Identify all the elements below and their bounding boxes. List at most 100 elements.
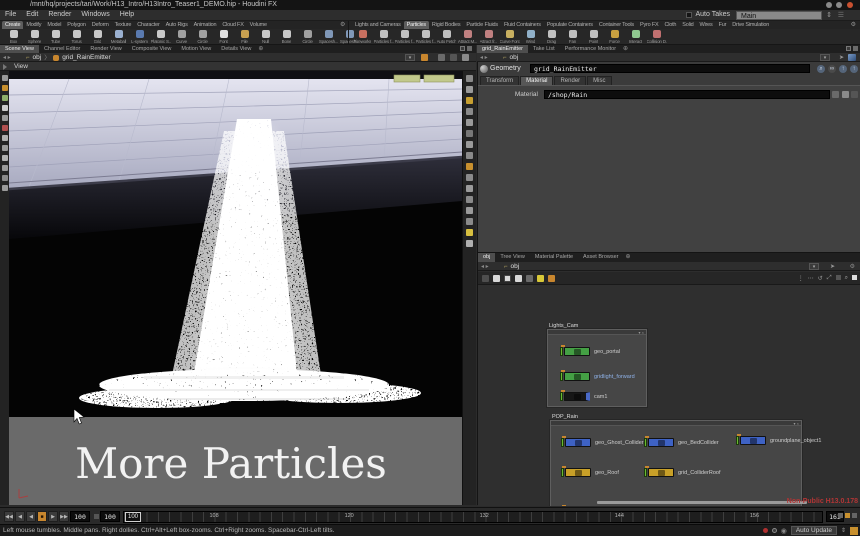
tab-volume[interactable]: Volume [247,21,270,29]
tab-rigid-bodies[interactable]: Rigid Bodies [429,21,463,29]
current-frame-marker[interactable]: 100 [125,512,141,522]
tab-lights-and-cameras[interactable]: Lights and Cameras [352,21,404,29]
auto-update-selector[interactable]: Auto Update [791,526,837,535]
vp-right-tool-icon-14[interactable] [466,218,473,225]
search-icon[interactable]: ⌕ [817,65,825,73]
tab-character[interactable]: Character [134,21,162,29]
memory-icon[interactable]: ◉ [781,527,787,535]
link-icon[interactable]: ∞ [828,65,836,73]
shelf-gear-icon[interactable]: ⚙ [338,21,347,29]
tool-attract-m[interactable]: Attract M... [457,30,478,44]
jump-to-start-button[interactable]: ◀◀ [4,511,14,522]
param-tab-misc[interactable]: Misc [587,76,611,85]
pane-tab-asset-browser[interactable]: Asset Browser [578,253,623,262]
view-menu-label[interactable]: View [14,63,28,70]
tool-fan[interactable]: Fan [562,30,583,44]
node-geo-roof[interactable]: geo_Roof [561,468,619,477]
root-folder-icon[interactable]: ⌐ [504,264,508,270]
auto-takes-toggle[interactable]: Auto Takes [686,11,730,18]
error-indicator-icon[interactable] [763,528,768,533]
play-reverse-button[interactable]: ◀ [26,511,36,522]
tool-box[interactable]: Box [3,30,24,44]
pin-up-icon[interactable]: ↑ [839,65,847,73]
realtime-toggle-icon[interactable] [845,513,850,518]
network-box-pop-rain[interactable]: POP_Rain▾ ×geo_Ghost_Collidergeo_BedColl… [550,420,802,506]
tab-pyro-fx[interactable]: Pyro FX [637,21,661,29]
tool-point[interactable]: Point [583,30,604,44]
material-path-field[interactable]: /shop/Rain [544,90,830,99]
gradient-icon[interactable] [848,54,856,61]
tool-font[interactable]: Font [213,30,234,44]
vp-right-tool-icon-1[interactable] [466,75,473,82]
vp-right-tool-icon-13[interactable] [466,207,473,214]
viewport-camera-buttons[interactable] [394,75,454,82]
tab-particle-fluids[interactable]: Particle Fluids [463,21,501,29]
node-display-flag[interactable] [560,347,563,356]
flag-display-icon[interactable] [537,275,544,282]
node-display-flag[interactable] [560,372,563,381]
vp-right-tool-icon-6[interactable] [466,130,473,137]
maximize-icon[interactable] [836,2,842,8]
menu-edit[interactable]: Edit [21,10,43,20]
root-folder-icon[interactable]: ⌐ [503,55,507,61]
layout-icon[interactable] [462,54,469,61]
minimize-icon[interactable] [826,2,832,8]
tool-platonic-s[interactable]: Platonic S... [150,30,171,44]
tab-wires[interactable]: Wires [697,21,716,29]
vp-left-tool-icon-6[interactable] [2,125,8,131]
vp-right-tool-icon-11[interactable] [466,185,473,192]
tool-null[interactable]: Null [255,30,276,44]
tab-deform[interactable]: Deform [89,21,112,29]
grid-snap-icon[interactable] [504,275,511,282]
pane-tab-scene-view[interactable]: Scene View [0,45,39,53]
path-segment-obj[interactable]: obj [33,53,42,62]
pane-maximize-icon[interactable] [853,46,858,51]
timeline[interactable]: 100 108120132144156 [123,511,823,523]
tab-create[interactable]: Create [2,21,23,29]
tool-particles-f[interactable]: Particles f... [394,30,415,44]
gear-icon[interactable]: ⚙ [850,263,855,270]
menu-windows[interactable]: Windows [76,10,114,20]
path-dropdown-icon[interactable]: ▾ [820,54,830,61]
tab-animation[interactable]: Animation [191,21,220,29]
tool-particles-f[interactable]: Particles f... [415,30,436,44]
tab-fur[interactable]: Fur [716,21,730,29]
expand-icon[interactable] [852,275,857,280]
pin-icon[interactable] [421,54,428,61]
vp-right-tool-icon-5[interactable] [466,119,473,126]
node-name-field[interactable]: grid_RainEmitter [530,64,810,73]
tool-grid[interactable]: Grid [87,30,108,44]
tool-circle[interactable]: Circle [192,30,213,44]
search-icon[interactable]: ⌕ [845,275,848,282]
pane-tab-material-palette[interactable]: Material Palette [530,253,578,262]
pane-tab-render-view[interactable]: Render View [85,45,126,53]
tool-drag[interactable]: Drag [541,30,562,44]
tab-auto-rigs[interactable]: Auto Rigs [163,21,191,29]
vp-left-tool-icon-5[interactable] [2,115,8,121]
take-spinner-icon[interactable]: ⇕ [826,11,832,19]
pane-tab-take-list[interactable]: Take List [528,45,560,53]
right-pane-window-icons[interactable] [846,46,858,51]
update-mode-caret-icon[interactable]: ⇕ [841,527,846,534]
tab-cloth[interactable]: Cloth [661,21,679,29]
view-menu-arrow-icon[interactable] [3,64,7,70]
node-body[interactable] [648,468,674,477]
node-display-flag[interactable] [561,468,564,477]
tab-particles[interactable]: Particles [404,21,429,29]
node-geo-ghost-collider[interactable]: geo_Ghost_Collider [561,438,644,447]
audio-icon[interactable] [838,513,843,518]
tab-drive-simulation[interactable]: Drive Simulation [729,21,772,29]
jump-up-icon[interactable]: ↑ [850,65,858,73]
takes-folder-icon[interactable] [850,527,858,535]
tool-fireworks[interactable]: Fireworks [352,30,373,44]
menu-icon[interactable] [851,91,858,98]
node-body[interactable] [564,347,590,356]
menu-help[interactable]: Help [115,10,139,20]
pane-gear-icon[interactable]: ⊕ [256,45,265,53]
shelf-gear-icon-right[interactable]: ⚙ [849,21,858,29]
param-tab-material[interactable]: Material [520,76,553,85]
pane-maximize-icon[interactable] [467,46,472,51]
layout-nodes-icon[interactable] [493,275,500,282]
vp-left-tool-icon-8[interactable] [2,145,8,151]
tool-curve[interactable]: Curve [171,30,192,44]
